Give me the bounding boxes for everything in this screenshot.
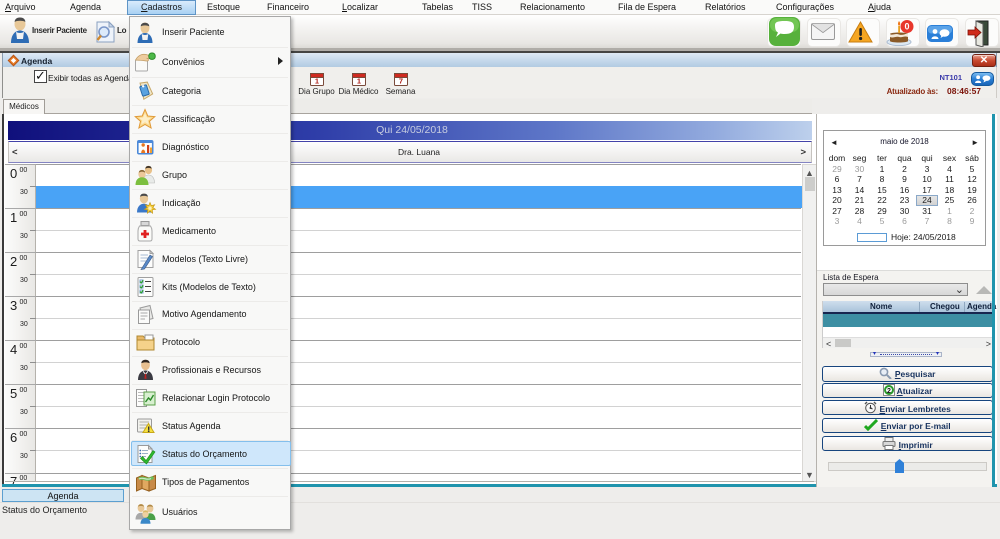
svg-text:0: 0 [904, 22, 909, 32]
svg-text:1: 1 [314, 77, 318, 86]
svg-text:2: 2 [887, 388, 891, 395]
svg-text:1: 1 [356, 77, 360, 86]
svg-text:7: 7 [398, 77, 402, 86]
